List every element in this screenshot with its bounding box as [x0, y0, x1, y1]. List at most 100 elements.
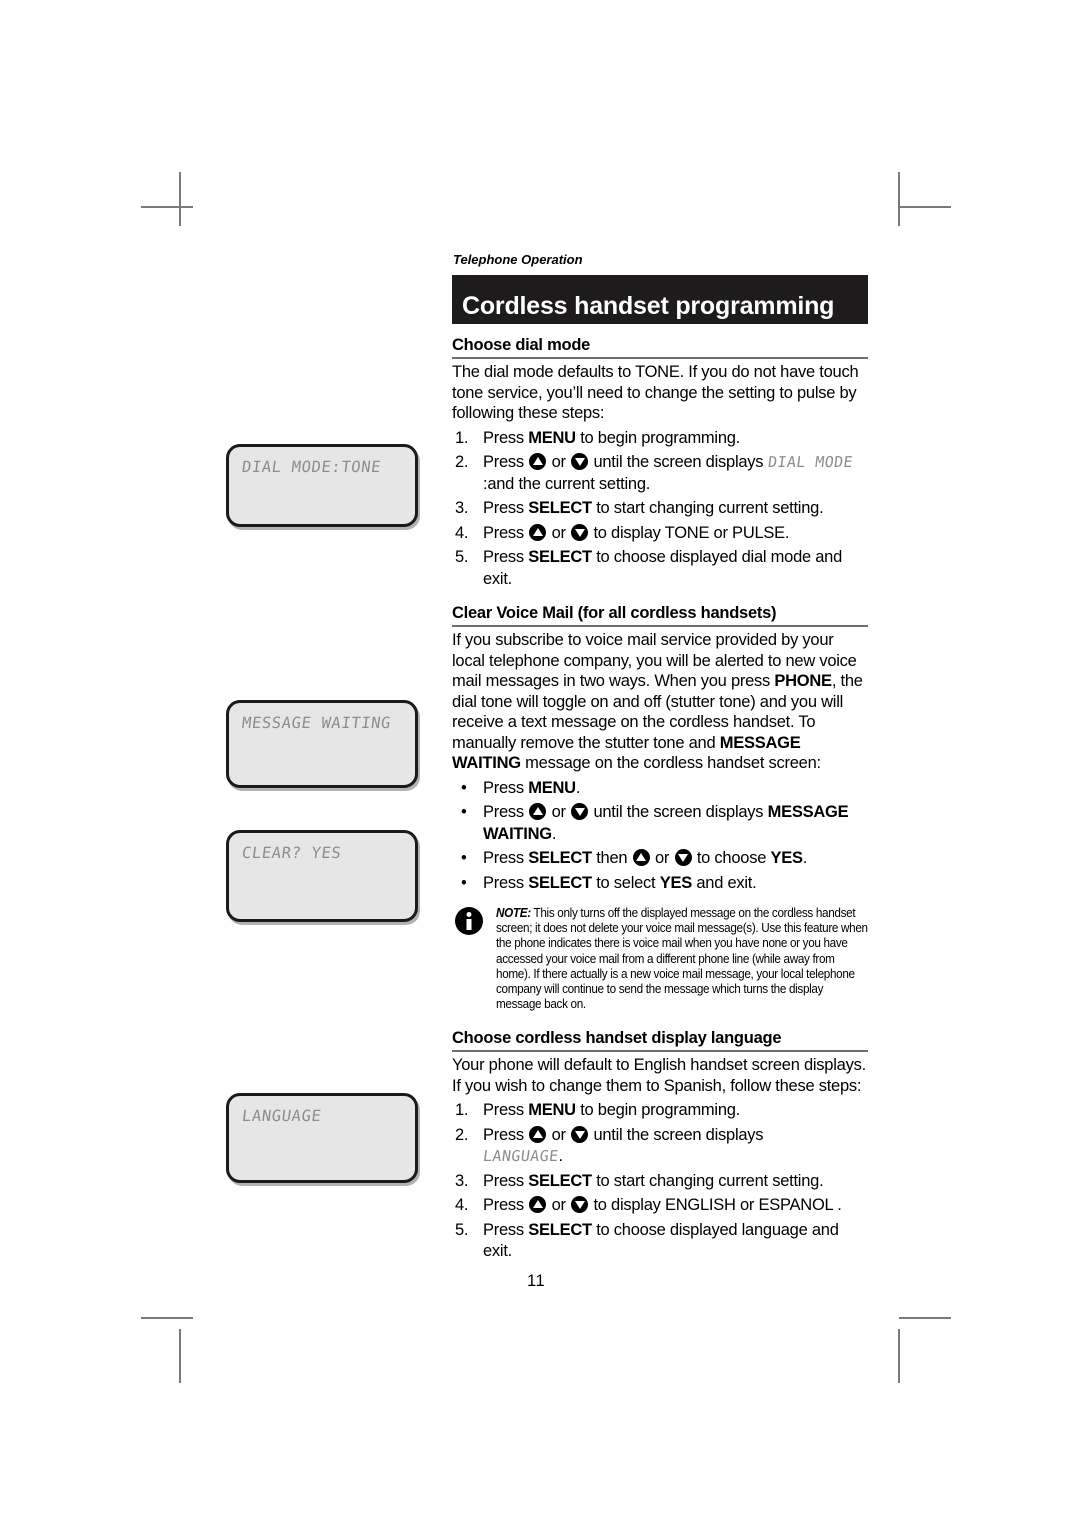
section-heading-language: Choose cordless handset display language	[452, 1029, 782, 1048]
up-arrow-key-icon[interactable]	[632, 849, 650, 866]
step-text-a: Press	[483, 1125, 529, 1144]
voice-mail-bold-phone: PHONE	[774, 672, 832, 690]
list-item: • Press MENU.	[452, 778, 870, 800]
lcd-screen-clear-yes-text: CLEAR? YES	[240, 844, 343, 862]
list-item: 4. Press or to display ENGLISH or ESPANOL…	[452, 1195, 870, 1217]
section-heading-voice-mail: Clear Voice Mail (for all cordless hands…	[452, 604, 777, 622]
voice-mail-bullets: • Press MENU. • Press or until the screen …	[452, 778, 870, 895]
bullet-marker: •	[461, 778, 467, 797]
crop-mark-bottom-right-horizontal	[899, 1317, 951, 1319]
step-lcd-text: LANGUAGE	[481, 1147, 560, 1166]
step-number: 3.	[455, 1171, 469, 1190]
step-text-a: Press	[483, 1171, 529, 1190]
running-head: Telephone Operation	[453, 252, 583, 267]
step-text-c: :and the current setting.	[483, 474, 651, 493]
dial-mode-intro: The dial mode defaults to TONE. If you d…	[452, 363, 859, 422]
bullet-marker: •	[461, 873, 467, 892]
list-item: 2. Press or until the screen displays LAN…	[452, 1125, 870, 1168]
heading-rule-voice-mail	[452, 625, 868, 627]
list-item: 3. Press SELECT to start changing current…	[452, 498, 870, 520]
list-item: 1. Press MENU to begin programming.	[452, 428, 870, 450]
step-text-b: until the screen displays	[589, 1125, 764, 1144]
info-icon-stem	[466, 919, 472, 930]
down-arrow-key-icon[interactable]	[571, 803, 589, 820]
up-arrow-key-icon[interactable]	[529, 453, 547, 470]
bullet-text-a: Press	[483, 803, 529, 821]
up-arrow-key-icon[interactable]	[529, 803, 547, 820]
bullet-text-b: to select	[591, 873, 660, 892]
bullet-text-mid: or	[547, 803, 571, 821]
crop-mark-top-left-horizontal	[141, 206, 193, 208]
page-title-bar: Cordless handset programming	[452, 275, 868, 324]
step-number: 3.	[455, 499, 469, 517]
bullet-bold-menu: MENU	[528, 778, 576, 797]
list-item: 3. Press SELECT to start changing current…	[452, 1171, 870, 1193]
up-arrow-key-icon[interactable]	[529, 523, 547, 541]
step-lcd-text: DIAL MODE	[766, 453, 854, 471]
step-text-a: Press	[483, 428, 529, 447]
lcd-screen-language-text: LANGUAGE	[240, 1107, 323, 1125]
page-number: 11	[527, 1272, 546, 1290]
heading-rule-language	[452, 1050, 868, 1053]
language-steps: 1. Press MENU to begin programming. 2. Pre…	[452, 1100, 870, 1263]
bullet-text-a: Press	[483, 849, 529, 867]
crop-mark-bottom-left-horizontal	[141, 1317, 193, 1319]
up-arrow-key-icon[interactable]	[529, 1125, 547, 1143]
step-text-mid: or	[547, 1125, 571, 1144]
step-number: 2.	[455, 453, 469, 471]
list-item: 4. Press or to display TONE or PULSE.	[452, 523, 870, 545]
bullet-text-b: until the screen displays	[589, 803, 768, 821]
step-text-b: to display ENGLISH or ESPANOL .	[589, 1196, 842, 1215]
bullet-bold-yes: YES	[659, 873, 693, 892]
lcd-screen-clear-yes: CLEAR? YES	[226, 830, 418, 922]
list-item: 1. Press MENU to begin programming.	[452, 1100, 870, 1122]
lcd-screen-message-waiting: MESSAGE WAITING	[226, 700, 418, 788]
voice-mail-intro: If you subscribe to voice mail service p…	[452, 630, 870, 774]
step-text-a: Press	[483, 1196, 529, 1215]
crop-mark-top-left-vertical	[179, 172, 181, 226]
down-arrow-key-icon[interactable]	[571, 1196, 589, 1214]
step-number: 5.	[455, 1220, 469, 1239]
down-arrow-key-icon[interactable]	[571, 1125, 589, 1143]
bullet-text-d: .	[802, 849, 808, 867]
step-text-b: to start changing current setting.	[591, 1171, 824, 1190]
list-item: • Press SELECT then or to choose YES.	[452, 848, 870, 870]
bullet-text-b: .	[575, 778, 581, 797]
bullet-text-c: .	[551, 824, 557, 843]
bullet-text-b: then	[591, 849, 632, 867]
step-bold-menu: MENU	[528, 1101, 576, 1120]
down-arrow-key-icon[interactable]	[571, 523, 589, 541]
step-text-b: to begin programming.	[575, 1101, 741, 1120]
step-text-a: Press	[483, 1220, 529, 1239]
dial-mode-steps: 1. Press MENU to begin programming. 2. Pre…	[452, 428, 870, 591]
crop-mark-top-right-vertical	[898, 172, 900, 226]
step-text-b: until the screen displays	[589, 453, 768, 471]
note-paragraph: NOTE: This only turns off the displayed …	[496, 906, 868, 1012]
bullet-marker: •	[461, 803, 467, 821]
bullet-text-c: and exit.	[692, 873, 757, 892]
info-icon	[455, 907, 483, 935]
list-item: 5. Press SELECT to choose displayed langu…	[452, 1220, 870, 1263]
manual-page: DIAL MODE:TONE MESSAGE WAITING CLEAR? YE…	[0, 0, 1080, 1528]
bullet-text-mid: or	[650, 849, 674, 867]
step-bold-select: SELECT	[528, 1220, 592, 1239]
step-number: 4.	[455, 523, 469, 542]
step-text-a: Press	[483, 523, 529, 542]
list-item: • Press SELECT to select YES and exit.	[452, 873, 870, 895]
step-text-b: to display TONE or PULSE.	[589, 523, 790, 542]
language-intro: Your phone will default to English hands…	[452, 1056, 866, 1095]
up-arrow-key-icon[interactable]	[529, 1196, 547, 1214]
bullet-marker: •	[461, 849, 467, 867]
step-text-a: Press	[483, 1101, 529, 1120]
bullet-bold-yes: YES	[770, 849, 803, 867]
note-text: This only turns off the displayed messag…	[496, 906, 868, 1012]
step-text-mid: or	[547, 1196, 571, 1215]
bullet-bold-select: SELECT	[528, 849, 592, 867]
bullet-text-c: to choose	[692, 849, 771, 867]
down-arrow-key-icon[interactable]	[674, 849, 692, 866]
lcd-screen-dial-mode: DIAL MODE:TONE	[226, 444, 418, 527]
step-text-a: Press	[483, 499, 529, 517]
down-arrow-key-icon[interactable]	[571, 453, 589, 470]
step-text-a: Press	[483, 453, 529, 471]
list-item: 2. Press or until the screen displays DIA…	[452, 452, 870, 495]
